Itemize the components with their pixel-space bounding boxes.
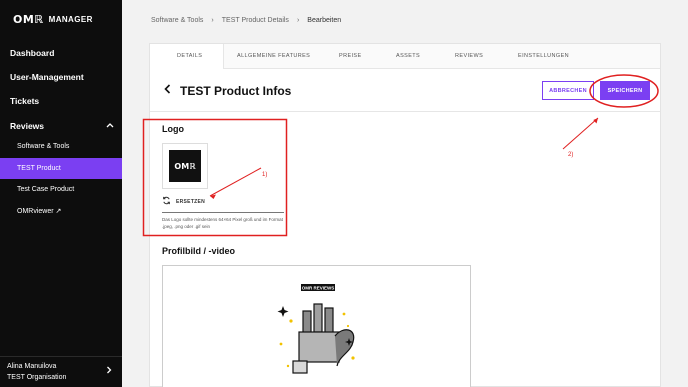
tab-einstellungen[interactable]: EINSTELLUNGEN [518, 53, 569, 59]
logo-section-title: Logo [162, 124, 184, 134]
edit-card: DETAILS ALLGEMEINE FEATURES PREISE ASSET… [149, 43, 661, 387]
chevron-right-icon[interactable] [106, 366, 112, 376]
nav-software-tools[interactable]: Software & Tools [17, 143, 69, 150]
breadcrumb: Software & Tools › TEST Product Details … [151, 17, 341, 24]
sidebar-divider [0, 356, 122, 357]
profile-media-preview[interactable]: OMR REVIEWS [162, 265, 471, 387]
nav-test-case-product[interactable]: Test Case Product [17, 186, 74, 193]
breadcrumb-product-details[interactable]: TEST Product Details [222, 17, 289, 24]
omr-reviews-badge: OMR REVIEWS [302, 286, 335, 291]
breadcrumb-current: Bearbeiten [307, 17, 342, 24]
nav-tickets[interactable]: Tickets [10, 96, 39, 106]
tab-assets[interactable]: ASSETS [396, 53, 420, 59]
back-arrow-icon[interactable] [164, 84, 171, 97]
refresh-icon [162, 196, 171, 207]
media-section-title: Profilbild / -video [162, 246, 236, 256]
replace-label: ERSETZEN [176, 198, 206, 205]
app-logo[interactable]: OMℝ MANAGER [13, 13, 93, 26]
tab-details[interactable]: DETAILS [177, 53, 202, 59]
logo-hint-text: Das Logo sollte mindestens 64×64 Pixel g… [162, 217, 283, 229]
logo-text: MANAGER [48, 15, 93, 24]
tab-preise[interactable]: PREISE [339, 53, 362, 59]
omr-logo-mark: OMℝ [13, 13, 44, 26]
breadcrumb-separator-icon: › [296, 17, 300, 24]
nav-reviews[interactable]: Reviews [10, 121, 44, 131]
tab-allgemeine-features[interactable]: ALLGEMEINE FEATURES [237, 53, 310, 59]
user-name: Alina Manuilova [7, 363, 57, 370]
upload-progress-line [162, 212, 284, 213]
cancel-button[interactable]: ABBRECHEN [542, 81, 594, 100]
breadcrumb-software-tools[interactable]: Software & Tools [151, 17, 203, 24]
user-info[interactable]: Alina Manuilova TEST Organisation [7, 361, 66, 383]
nav-user-management[interactable]: User-Management [10, 72, 84, 82]
page-title: TEST Product Infos [180, 84, 292, 98]
nav-test-product[interactable]: TEST Product [17, 165, 61, 172]
tab-reviews[interactable]: REVIEWS [455, 53, 483, 59]
logo-preview: OMℝ [162, 143, 208, 189]
chevron-up-icon[interactable] [106, 121, 114, 130]
tab-bar: DETAILS ALLGEMEINE FEATURES PREISE ASSET… [150, 44, 660, 69]
omr-logo-image: OMℝ [169, 150, 201, 182]
breadcrumb-separator-icon: › [211, 17, 214, 24]
sidebar: OMℝ MANAGER Dashboard User-Management Ti… [0, 0, 122, 387]
replace-logo-button[interactable]: ERSETZEN [162, 196, 205, 207]
page-header: TEST Product Infos ABBRECHEN SPEICHERN [150, 69, 660, 112]
save-button[interactable]: SPEICHERN [600, 81, 650, 100]
user-organisation: TEST Organisation [7, 374, 67, 381]
nav-omrviewer[interactable]: OMRviewer ↗ [17, 207, 61, 215]
profile-image: OMR REVIEWS [163, 266, 470, 387]
nav-dashboard[interactable]: Dashboard [10, 48, 54, 58]
